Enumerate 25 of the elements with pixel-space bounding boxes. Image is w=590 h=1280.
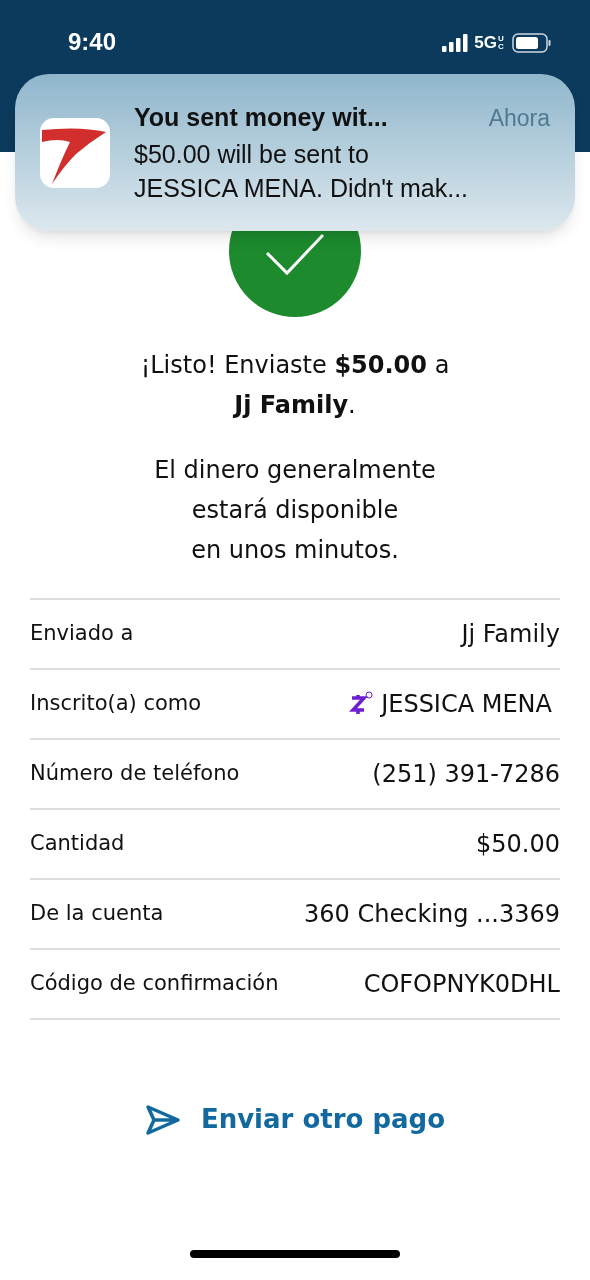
detail-label: Número de teléfono <box>30 760 240 788</box>
notification-body: $50.00 will be sent to JESSICA MENA. Didn't mak... <box>134 138 470 204</box>
availability-note: El dinero generalmente estará disponible en unos minutos. <box>154 455 436 566</box>
status-time: 9:40 <box>68 27 117 57</box>
battery-icon <box>512 32 552 53</box>
signal-icon <box>442 33 469 52</box>
detail-label: Enviado a <box>30 620 134 648</box>
detail-label: De la cuenta <box>30 900 164 928</box>
notification-card[interactable]: You sent money wit... Ahora $50.00 will be sent to JESSICA MENA. Didn't mak... <box>15 74 575 231</box>
detail-label: Cantidad <box>30 830 125 858</box>
detail-value: 360 Checking ...3369 <box>304 899 560 930</box>
success-message: ¡Listo! Enviaste $50.00 a Jj Family. <box>140 350 450 421</box>
detail-label: Código de confirmación <box>30 970 279 998</box>
detail-value: Jj Family <box>461 619 560 650</box>
detail-label: Inscrito(a) como <box>30 690 202 718</box>
zelle-icon <box>349 691 374 717</box>
detail-value: COFOPNYK0DHL <box>363 969 560 1000</box>
notification-title: You sent money wit... <box>134 102 388 133</box>
send-another-payment-button[interactable]: Enviar otro pago <box>144 1100 446 1139</box>
app-logo-icon <box>40 118 110 188</box>
detail-value: (251) 391-7286 <box>372 759 560 790</box>
detail-value: $50.00 <box>476 829 560 860</box>
send-icon <box>144 1103 181 1136</box>
detail-value: JESSICA MENA <box>381 689 552 720</box>
notification-time: Ahora <box>488 104 550 133</box>
